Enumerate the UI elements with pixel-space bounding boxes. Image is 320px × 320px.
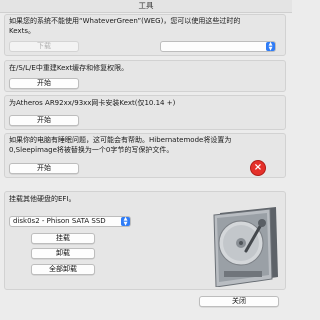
- sleep-fix-panel: 如果你的电脑有睡眠问题，这可能会有帮助。Hibernatemode将设置为 0,…: [4, 133, 286, 178]
- mount-efi-title: 挂载其他硬盘的EFI。: [9, 195, 76, 203]
- sleep-fix-start-button[interactable]: 开始: [9, 163, 79, 174]
- close-button[interactable]: 关闭: [199, 296, 279, 307]
- sleep-description-line2: 0,Sleepimage将被替换为一个0字节的写保护文件。: [9, 146, 174, 154]
- unmount-all-button[interactable]: 全部卸载: [31, 264, 95, 275]
- weg-description-line1: 如果您的系统不能使用“WhateverGreen”(WEG)，您可以使用这些过时…: [9, 17, 241, 25]
- weg-description-line2: Kexts。: [9, 27, 35, 35]
- download-button[interactable]: 下载: [9, 41, 79, 52]
- select-arrows-icon: ▲ ▼: [266, 42, 275, 51]
- mount-efi-panel: 挂载其他硬盘的EFI。 disk0s2 - Phison SATA SSD ▲ ▼…: [4, 191, 286, 290]
- weg-kexts-panel: 如果您的系统不能使用“WhateverGreen”(WEG)，您可以使用这些过时…: [4, 14, 286, 56]
- select-arrows-icon: ▲ ▼: [121, 217, 130, 226]
- kext-select[interactable]: ▲ ▼: [160, 41, 276, 52]
- rebuild-cache-start-button[interactable]: 开始: [9, 78, 79, 89]
- unmount-button[interactable]: 卸载: [31, 248, 95, 259]
- mount-button[interactable]: 挂载: [31, 233, 95, 244]
- rebuild-cache-panel: 在/S/L/E中重建Kext缓存和修复权限。 开始: [4, 60, 286, 92]
- disk-select-value: disk0s2 - Phison SATA SSD: [13, 217, 106, 225]
- disk-select[interactable]: disk0s2 - Phison SATA SSD ▲ ▼: [9, 216, 131, 227]
- error-icon: ×: [250, 160, 266, 176]
- sleep-description-line1: 如果你的电脑有睡眠问题，这可能会有帮助。Hibernatemode将设置为: [9, 136, 232, 144]
- rebuild-cache-description: 在/S/L/E中重建Kext缓存和修复权限。: [9, 64, 129, 72]
- hard-drive-icon: [213, 207, 278, 287]
- atheros-start-button[interactable]: 开始: [9, 115, 79, 126]
- window-title: 工具: [0, 0, 292, 13]
- atheros-panel: 为Atheros AR92xx/93xx网卡安装Kext(仅10.14 +) 开…: [4, 95, 286, 130]
- atheros-description: 为Atheros AR92xx/93xx网卡安装Kext(仅10.14 +): [9, 99, 176, 107]
